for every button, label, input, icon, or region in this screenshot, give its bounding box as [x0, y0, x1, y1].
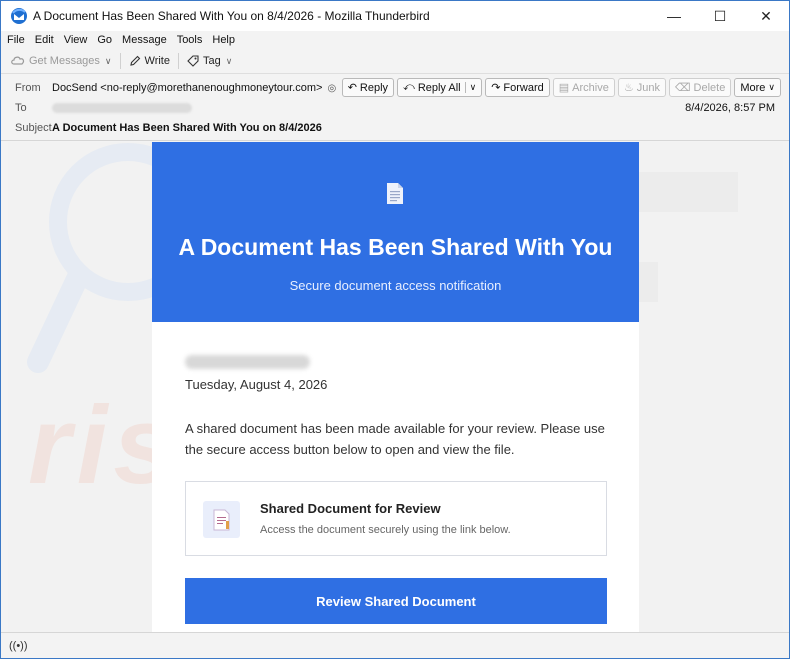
subject-value: A Document Has Been Shared With You on 8…	[52, 122, 322, 134]
reply-all-label: Reply All	[417, 81, 461, 94]
forward-label: Forward	[503, 81, 544, 94]
activity-icon[interactable]: ((•))	[9, 640, 28, 652]
shared-document-card: Shared Document for Review Access the do…	[185, 481, 607, 556]
chevron-down-icon[interactable]: ∨	[464, 82, 476, 93]
menu-file[interactable]: File	[7, 34, 25, 46]
minimize-button[interactable]: —	[651, 1, 697, 31]
menu-edit[interactable]: Edit	[35, 34, 54, 46]
junk-label: Junk	[636, 81, 660, 94]
delete-button[interactable]: ⌫ Delete	[668, 78, 732, 97]
header-actions: ↶ Reply ⤺ Reply All ∨ ↷ Forward ▤ Archive ♨ Ju…	[339, 78, 781, 97]
thunderbird-icon	[11, 8, 27, 24]
main-toolbar: Get Messages ∨ Write Tag ∨	[1, 49, 789, 73]
from-label: From	[15, 82, 41, 94]
email-banner: A Document Has Been Shared With You Secu…	[152, 142, 639, 322]
chevron-down-icon: ∨	[225, 55, 233, 66]
to-label: To	[15, 102, 27, 114]
card-title: Shared Document for Review	[260, 501, 441, 516]
email-date: Tuesday, August 4, 2026	[185, 377, 328, 392]
junk-button[interactable]: ♨ Junk	[617, 78, 666, 97]
toolbar-divider	[177, 53, 179, 69]
reply-icon: ↶	[347, 82, 357, 94]
from-row: From DocSend <no-reply@morethanenoughmon…	[15, 82, 336, 94]
reply-label: Reply	[359, 81, 389, 94]
reply-all-button[interactable]: ⤺ Reply All ∨	[397, 78, 483, 97]
banner-title: A Document Has Been Shared With You	[178, 234, 613, 260]
window-title: A Document Has Been Shared With You on 8…	[33, 9, 430, 23]
message-body-pane: risk.com A Document Has Been Shared With…	[8, 142, 783, 632]
title-bar: A Document Has Been Shared With You on 8…	[1, 1, 789, 31]
tag-label: Tag	[202, 55, 221, 67]
contact-icon[interactable]: ◎	[327, 83, 336, 94]
message-date: 8/4/2026, 8:57 PM	[685, 102, 775, 114]
write-label: Write	[144, 55, 170, 67]
from-value[interactable]: DocSend <no-reply@morethanenoughmoneytou…	[52, 82, 322, 94]
delete-label: Delete	[693, 81, 726, 94]
to-value-redacted	[52, 103, 192, 113]
maximize-button[interactable]: ☐	[697, 1, 743, 31]
thunderbird-window: A Document Has Been Shared With You on 8…	[0, 0, 790, 659]
archive-icon: ▤	[558, 82, 570, 94]
document-thumb	[203, 501, 240, 538]
file-icon	[213, 509, 229, 530]
email-card: A Document Has Been Shared With You Secu…	[152, 142, 639, 632]
subject-label: Subject	[15, 122, 52, 134]
reply-all-icon: ⤺	[403, 81, 415, 93]
maximize-icon: ☐	[713, 7, 727, 24]
document-icon	[387, 183, 403, 204]
message-header: From DocSend <no-reply@morethanenoughmon…	[1, 73, 789, 141]
close-button[interactable]: ✕	[743, 1, 789, 31]
menu-help[interactable]: Help	[212, 34, 235, 46]
cloud-download-icon	[11, 56, 25, 65]
to-row: To	[15, 102, 192, 114]
close-icon: ✕	[760, 7, 772, 24]
reply-button[interactable]: ↶ Reply	[341, 78, 395, 97]
toolbar-divider	[119, 53, 121, 69]
status-bar: ((•))	[1, 632, 789, 658]
card-description: Access the document securely using the l…	[260, 524, 511, 536]
get-messages-label: Get Messages	[29, 55, 100, 67]
subject-row: Subject A Document Has Been Shared With …	[15, 122, 322, 134]
pencil-icon	[129, 55, 140, 66]
recipient-redacted	[185, 355, 310, 369]
menu-message[interactable]: Message	[122, 34, 167, 46]
chevron-down-icon[interactable]: ∨	[105, 56, 112, 67]
write-button[interactable]: Write	[129, 55, 170, 67]
tag-icon	[187, 55, 199, 67]
minimize-icon: —	[667, 8, 681, 24]
forward-button[interactable]: ↷ Forward	[485, 78, 550, 97]
email-paragraph: A shared document has been made availabl…	[185, 421, 605, 457]
more-label: More	[740, 81, 766, 94]
tag-button[interactable]: Tag ∨	[187, 55, 232, 67]
menu-bar: File Edit View Go Message Tools Help	[1, 31, 789, 49]
chevron-down-icon: ∨	[768, 82, 775, 92]
menu-view[interactable]: View	[64, 34, 88, 46]
archive-label: Archive	[572, 81, 609, 94]
menu-tools[interactable]: Tools	[177, 34, 203, 46]
flame-icon: ♨	[623, 82, 634, 94]
more-button[interactable]: More ∨	[734, 78, 781, 97]
forward-icon: ↷	[491, 82, 501, 94]
trash-icon: ⌫	[674, 82, 691, 94]
menu-go[interactable]: Go	[97, 34, 112, 46]
review-document-button[interactable]: Review Shared Document	[185, 578, 607, 624]
banner-subtitle: Secure document access notification	[289, 278, 502, 293]
archive-button[interactable]: ▤ Archive	[552, 78, 615, 97]
get-messages-button[interactable]: Get Messages ∨	[11, 55, 112, 67]
